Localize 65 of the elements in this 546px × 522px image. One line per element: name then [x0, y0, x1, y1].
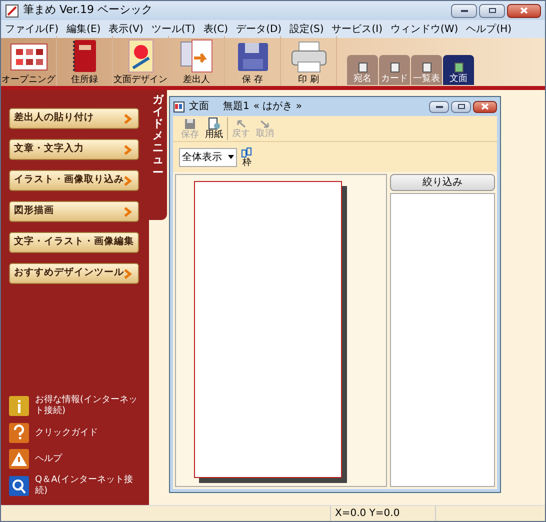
- menu-item[interactable]: データ(D): [232, 22, 286, 36]
- menu-item[interactable]: 編集(E): [62, 22, 105, 36]
- redo-arrow-icon: [259, 118, 271, 128]
- window-title: 文面: [189, 100, 209, 114]
- menu-item[interactable]: 設定(S): [286, 22, 328, 36]
- menu-item[interactable]: ヘルプ(H): [462, 22, 516, 36]
- chevron-right-icon: [124, 144, 132, 154]
- guide-menu-button[interactable]: 差出人の貼り付け: [9, 108, 139, 129]
- menu-item[interactable]: ツール(T): [147, 22, 200, 36]
- chevron-right-icon: [124, 176, 132, 186]
- guide-menu-tab[interactable]: ガイドメニュー: [149, 90, 167, 220]
- menu-item[interactable]: ファイル(F): [1, 22, 63, 36]
- document-icon: [173, 100, 185, 112]
- minimize-button[interactable]: [451, 4, 477, 18]
- guide-menu-button[interactable]: おすすめデザインツール: [9, 263, 139, 284]
- view-tab[interactable]: 文面: [443, 55, 474, 85]
- caret-icon: [228, 155, 234, 159]
- toolbar-button[interactable]: 住所録: [57, 36, 113, 86]
- menu-item[interactable]: サービス(I): [328, 22, 386, 36]
- minimize-button[interactable]: [429, 100, 449, 112]
- paper-type: « はがき »: [253, 100, 302, 114]
- toolbar-button[interactable]: 印 刷: [281, 36, 337, 86]
- app-icon: [5, 4, 19, 18]
- maximize-button[interactable]: [451, 100, 471, 112]
- close-button[interactable]: [507, 4, 541, 18]
- menu-item[interactable]: ウィンドウ(W): [386, 22, 462, 36]
- zoom-dropdown[interactable]: 全体表示: [179, 148, 237, 166]
- document-name: 無題1: [223, 100, 250, 114]
- menu-item[interactable]: 表示(V): [104, 22, 148, 36]
- guide-menu-button[interactable]: 文章・文字入力: [9, 139, 139, 160]
- guide-menu-button[interactable]: 文字・イラスト・画像編集: [9, 232, 139, 253]
- menu-item[interactable]: 表(C): [199, 22, 232, 36]
- link[interactable]: ヘルプ: [35, 454, 62, 464]
- close-button[interactable]: [473, 100, 497, 112]
- link[interactable]: クリックガイド: [35, 428, 98, 438]
- frame-icon: [241, 146, 253, 158]
- printer-icon: [288, 40, 328, 74]
- window-title: 筆まめ Ver.19 ベーシック: [23, 2, 152, 18]
- undo-arrow-icon: [235, 118, 247, 128]
- maximize-button[interactable]: [479, 4, 505, 18]
- sheet-icon: [390, 62, 400, 73]
- sheet-icon: [422, 62, 432, 73]
- chevron-right-icon: [124, 206, 132, 216]
- guide-menu-button[interactable]: 図形描画: [9, 201, 139, 222]
- close-icon: [481, 103, 489, 110]
- chevron-right-icon: [124, 268, 132, 278]
- link[interactable]: お得な情報(インターネット接続): [35, 395, 145, 417]
- chevron-right-icon: [124, 114, 132, 124]
- close-icon: [520, 7, 528, 14]
- question-icon[interactable]: [9, 423, 29, 443]
- toolbar-button[interactable]: 文面デザイン: [113, 36, 169, 86]
- toolbar-button[interactable]: オープニング: [1, 36, 57, 86]
- toolbar-button[interactable]: 保 存: [225, 36, 281, 86]
- toolbar-button[interactable]: 差出人: [169, 36, 225, 86]
- coordinates-status: X=0.0 Y=0.0: [331, 506, 436, 521]
- guide-menu-button[interactable]: イラスト・画像取り込み: [9, 170, 139, 191]
- sheet-icon: [358, 62, 368, 73]
- frame-button[interactable]: 枠: [241, 146, 253, 168]
- tool-button[interactable]: 用紙: [203, 117, 228, 140]
- warning-help-icon[interactable]: [9, 449, 29, 469]
- link[interactable]: Q＆A(インターネット接続): [35, 475, 145, 497]
- filter-button[interactable]: 絞り込み: [390, 174, 495, 191]
- card-icon: [454, 62, 464, 73]
- qa-icon[interactable]: [9, 476, 29, 496]
- paper-icon: [207, 117, 221, 130]
